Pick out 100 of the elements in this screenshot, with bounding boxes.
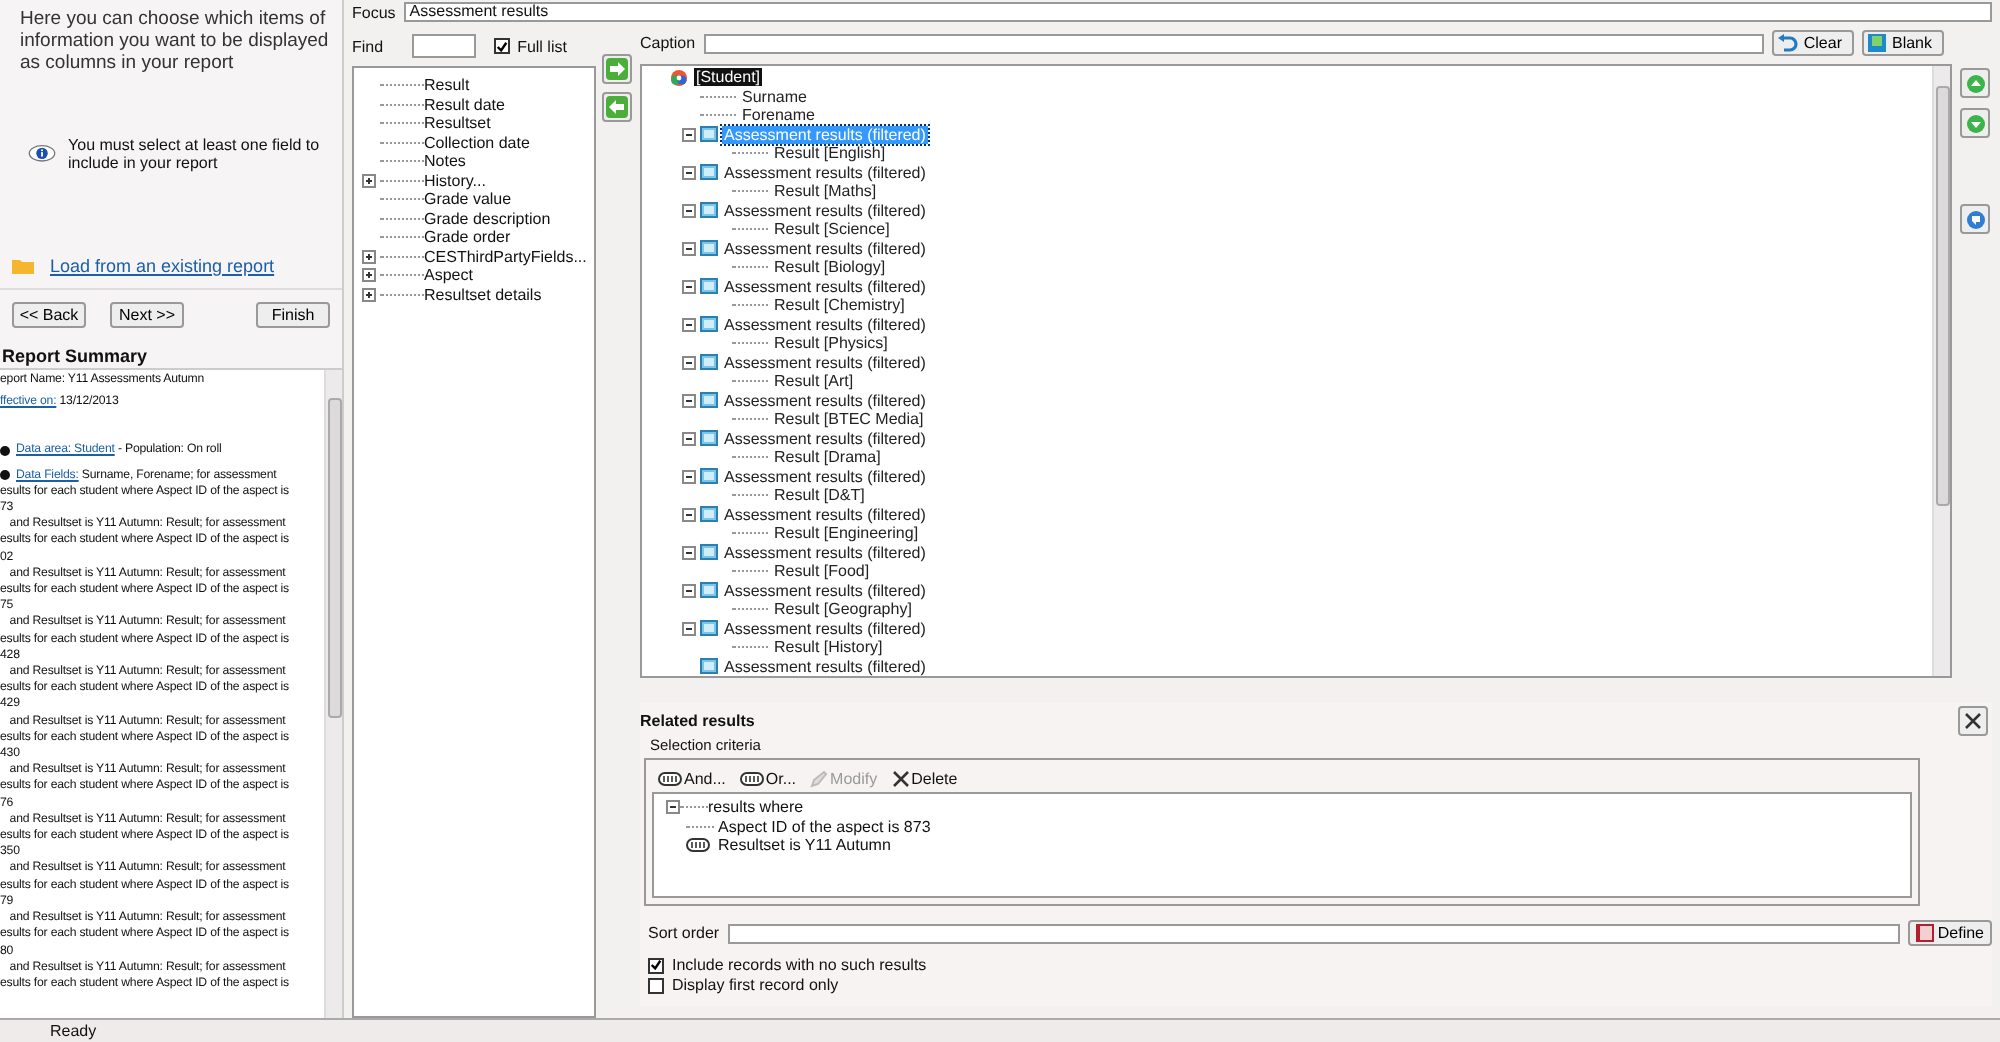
move-down-button[interactable] <box>1960 108 1990 138</box>
tree-item[interactable]: Result [Food] <box>772 562 872 581</box>
tree-item[interactable]: Result [Drama] <box>772 448 883 467</box>
nav-button[interactable]: Next >> <box>110 302 184 328</box>
link-button[interactable] <box>1960 204 1990 234</box>
define-button[interactable]: Define <box>1907 920 1992 946</box>
collapse-icon[interactable] <box>682 431 696 446</box>
field-item[interactable]: Resultset <box>424 114 491 133</box>
field-item[interactable]: CESThirdPartyFields... <box>424 247 587 266</box>
toolbar-button[interactable]: And... <box>652 770 732 788</box>
tree-item[interactable]: Assessment results (filtered) <box>722 619 928 638</box>
tree-item[interactable]: Assessment results (filtered) <box>722 239 928 258</box>
tree-item[interactable]: Result [Physics] <box>772 334 890 353</box>
tree-item[interactable]: Result [Chemistry] <box>772 296 907 315</box>
collapse-icon[interactable] <box>682 127 696 142</box>
tree-item[interactable]: Result [English] <box>772 144 888 163</box>
table-icon <box>700 126 718 143</box>
caption-field[interactable] <box>703 33 1764 53</box>
collapse-icon[interactable] <box>682 545 696 560</box>
checkbox[interactable] <box>648 977 664 993</box>
collapse-icon[interactable] <box>682 583 696 598</box>
criteria-item[interactable]: results where <box>708 798 804 817</box>
nav-button[interactable]: << Back <box>12 302 86 328</box>
tree-item[interactable]: Assessment results (filtered) <box>722 429 928 448</box>
collapse-icon[interactable] <box>682 507 696 522</box>
tree-item[interactable]: Assessment results (filtered) <box>722 581 928 600</box>
tree-item[interactable]: [Student] <box>694 68 763 87</box>
nav-button[interactable]: Finish <box>256 302 330 328</box>
tree-item[interactable]: Assessment results (filtered) <box>722 277 928 296</box>
collapse-icon[interactable] <box>682 203 696 218</box>
tree-item[interactable]: Result [Biology] <box>772 258 888 277</box>
checkbox[interactable] <box>493 38 510 54</box>
collapse-icon[interactable] <box>682 355 696 370</box>
toolbar-button[interactable]: Delete <box>885 770 964 788</box>
caption-button[interactable]: Blank <box>1861 30 1944 56</box>
expand-icon[interactable] <box>362 249 376 264</box>
expand-icon[interactable] <box>362 268 376 283</box>
tree-item[interactable]: Assessment results (filtered) <box>722 467 928 486</box>
tree-item[interactable]: Result [D&T] <box>772 486 867 505</box>
field-item[interactable]: Grade order <box>424 228 511 247</box>
field-item[interactable]: Grade value <box>424 190 512 209</box>
field-item[interactable]: Notes <box>424 152 466 171</box>
tree-item[interactable]: Assessment results (filtered) <box>722 201 928 220</box>
tree-item[interactable]: Result [BTEC Media] <box>772 410 926 429</box>
table-icon <box>700 658 718 675</box>
move-up-button[interactable] <box>1960 68 1990 98</box>
focus-label: Focus <box>352 3 396 21</box>
field-item[interactable]: Grade description <box>424 209 551 228</box>
caption-button[interactable]: Clear <box>1771 30 1854 56</box>
field-item[interactable]: Result <box>424 76 470 95</box>
expand-icon[interactable] <box>362 287 376 302</box>
status-bar: Ready <box>0 1018 2000 1042</box>
book-icon <box>1915 924 1934 942</box>
scrollbar[interactable] <box>324 370 342 1018</box>
criteria-item[interactable]: Resultset is Y11 Autumn <box>718 836 891 855</box>
close-button[interactable] <box>1958 706 1988 736</box>
collapse-icon[interactable] <box>682 621 696 636</box>
close-icon <box>1964 712 1982 730</box>
criteria-item[interactable]: Aspect ID of the aspect is 873 <box>718 817 931 836</box>
add-button[interactable] <box>602 54 632 84</box>
field-item[interactable]: Collection date <box>424 133 530 152</box>
tree-item[interactable]: Result [Maths] <box>772 182 879 201</box>
tree-item[interactable]: Assessment results (filtered) <box>722 543 928 562</box>
collapse-icon[interactable] <box>682 469 696 484</box>
collapse-icon[interactable] <box>682 241 696 256</box>
tree-item[interactable]: Assessment results (filtered) <box>722 315 928 334</box>
tree-item[interactable]: Result [Geography] <box>772 600 914 619</box>
collapse-icon[interactable] <box>682 317 696 332</box>
table-icon <box>700 354 718 371</box>
tree-item[interactable]: Assessment results (filtered) <box>722 391 928 410</box>
scrollbar[interactable] <box>1932 66 1950 676</box>
find-field[interactable] <box>411 34 476 58</box>
load-report-link[interactable]: Load from an existing report <box>50 256 275 276</box>
toolbar-button[interactable]: Or... <box>733 770 803 788</box>
field-item[interactable]: Resultset details <box>424 285 542 304</box>
tree-item[interactable]: Result [Art] <box>772 372 856 391</box>
tree-item[interactable]: Result [History] <box>772 638 885 657</box>
tree-item[interactable]: Surname <box>740 87 809 106</box>
tree-item[interactable]: Assessment results (filtered) <box>722 353 928 372</box>
tree-item[interactable]: Result [Engineering] <box>772 524 921 543</box>
checkbox[interactable] <box>648 957 664 973</box>
remove-button[interactable] <box>602 92 632 122</box>
collapse-icon[interactable] <box>682 393 696 408</box>
focus-field[interactable]: Assessment results <box>403 2 1992 22</box>
tree-item[interactable]: Result [Science] <box>772 220 892 239</box>
sort-order-field[interactable] <box>727 923 1900 943</box>
field-item[interactable]: Result date <box>424 95 505 114</box>
tree-item[interactable]: Assessment results (filtered) <box>722 505 928 524</box>
tree-item[interactable]: Assessment results (filtered) <box>722 163 928 182</box>
tree-item[interactable]: Assessment results (filtered) <box>722 657 928 676</box>
and-icon <box>686 838 710 853</box>
collapse-icon[interactable] <box>682 279 696 294</box>
field-item[interactable]: Aspect <box>424 266 473 285</box>
tree-item[interactable]: Forename <box>740 106 817 125</box>
collapse-icon[interactable] <box>666 800 680 815</box>
collapse-icon[interactable] <box>682 165 696 180</box>
expand-icon[interactable] <box>362 173 376 188</box>
field-item[interactable]: History... <box>424 171 486 190</box>
table-icon <box>700 202 718 219</box>
table-icon <box>700 544 718 561</box>
